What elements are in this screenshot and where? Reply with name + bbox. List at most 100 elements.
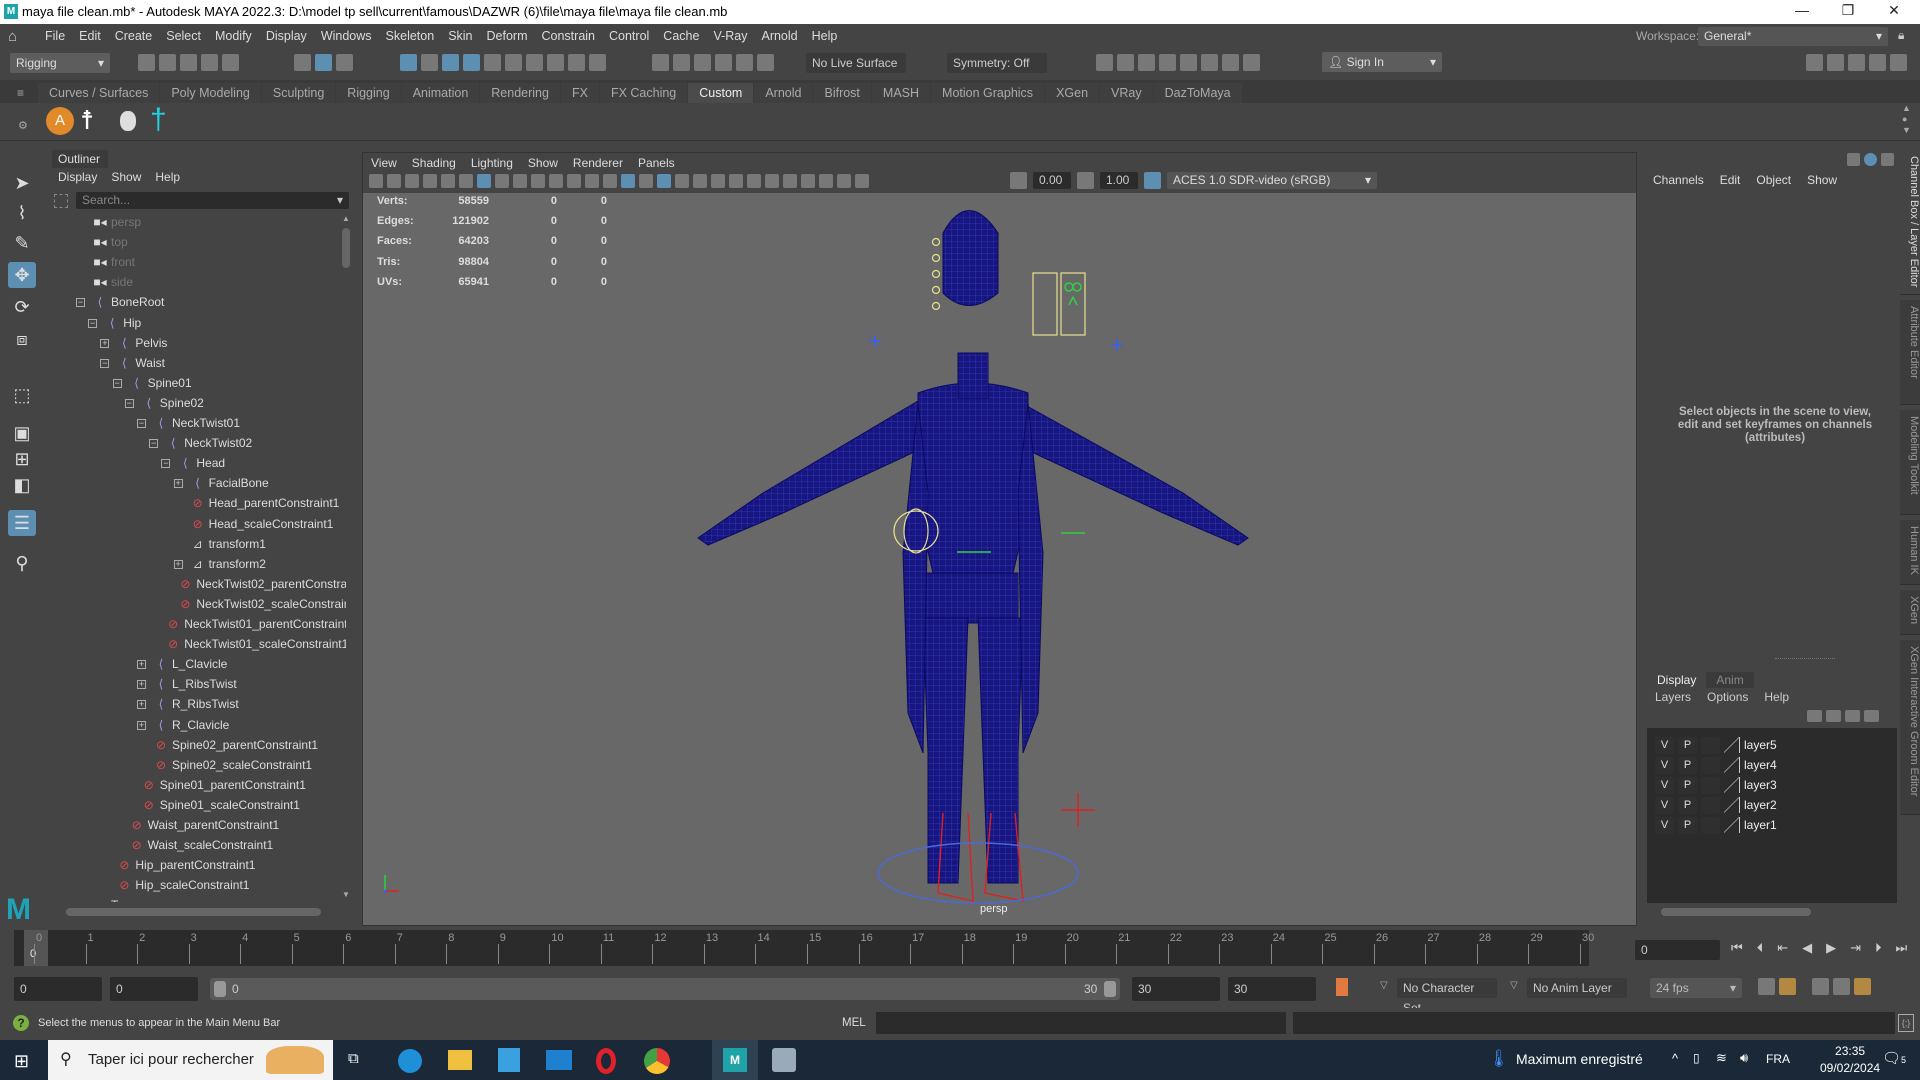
collapse-icon[interactable]: −: [88, 318, 98, 328]
undo-icon[interactable]: [201, 54, 218, 71]
outliner-item[interactable]: ⊘ NeckTwist02_parentConstrain: [46, 574, 346, 594]
menu-skeleton[interactable]: Skeleton: [379, 29, 442, 43]
playback-start-field[interactable]: 0: [110, 977, 198, 1001]
layer-tab-anim[interactable]: Anim: [1706, 672, 1754, 688]
menu-file[interactable]: File: [38, 29, 72, 43]
expand-icon[interactable]: +: [100, 338, 110, 348]
language-indicator[interactable]: FRA: [1766, 1052, 1790, 1066]
wifi-icon[interactable]: ≋: [1716, 1050, 1727, 1066]
outliner-item[interactable]: ⊘ Spine02_scaleConstraint1: [46, 755, 341, 775]
exposure-icon[interactable]: [1010, 172, 1027, 189]
film-gate-icon[interactable]: [495, 174, 509, 188]
channel-box-toggle-icon[interactable]: [1847, 153, 1860, 166]
outliner-item[interactable]: ⊘ Head_scaleConstraint1: [46, 514, 341, 534]
viewport-menu-panels[interactable]: Panels: [638, 154, 675, 172]
menu-edit[interactable]: Edit: [72, 29, 108, 43]
go-to-start-icon[interactable]: ⏮: [1731, 940, 1743, 956]
outliner-item[interactable]: + ⟨ R_RibsTwist: [46, 694, 341, 714]
viewport-menu-show[interactable]: Show: [528, 154, 558, 172]
render-setup-icon[interactable]: [1201, 54, 1218, 71]
playback-end-field[interactable]: 30: [1132, 977, 1220, 1001]
ipr-render-icon[interactable]: [1138, 54, 1155, 71]
outliner-item[interactable]: ⊘ Spine01_scaleConstraint1: [46, 795, 341, 815]
input-ops-icon[interactable]: [673, 54, 690, 71]
display-type-toggle[interactable]: [1701, 776, 1720, 794]
step-back-frame-icon[interactable]: ⇤: [1777, 940, 1788, 956]
expand-icon[interactable]: +: [173, 479, 183, 489]
channel-box-menu-show[interactable]: Show: [1807, 173, 1837, 187]
scale-tool-icon[interactable]: ⧈: [8, 326, 36, 352]
outliner-item[interactable]: − ⟨ NeckTwist01: [46, 413, 341, 433]
modeling-toolkit-icon[interactable]: [1806, 54, 1823, 71]
chevron-down-icon[interactable]: ▽: [1510, 980, 1518, 991]
shelf-tab-poly-modeling[interactable]: Poly Modeling: [160, 83, 262, 103]
collapse-icon[interactable]: −: [161, 459, 171, 469]
layer-menu-layers[interactable]: Layers: [1655, 690, 1691, 704]
rotate-tool-icon[interactable]: ⟳: [8, 294, 36, 320]
chrome-browser-icon[interactable]: [644, 1048, 670, 1074]
range-start-handle[interactable]: [214, 981, 226, 997]
layer-color-swatch-icon[interactable]: [1724, 817, 1740, 833]
scrollbar-thumb[interactable]: [342, 228, 350, 268]
outliner-item[interactable]: ⊘ Hip_scaleConstraint1: [46, 875, 341, 895]
screen-space-ao-icon[interactable]: [729, 174, 743, 188]
layer-tab-display[interactable]: Display: [1647, 672, 1707, 688]
viewport-menu-renderer[interactable]: Renderer: [573, 154, 623, 172]
fps-dropdown[interactable]: 24 fps ▾: [1650, 978, 1742, 998]
resource-monitor-icon[interactable]: [772, 1048, 796, 1072]
new-layer-icon[interactable]: [1845, 710, 1860, 722]
cache-playback-icon[interactable]: [1779, 978, 1796, 995]
outliner-item[interactable]: − ⟨ Head: [46, 453, 341, 473]
move-layer-down-icon[interactable]: [1826, 710, 1841, 722]
windows-start-icon[interactable]: ⊞: [14, 1051, 29, 1072]
viewport-menu-lighting[interactable]: Lighting: [471, 154, 513, 172]
color-management-toggle-icon[interactable]: [1144, 172, 1161, 189]
layer-row[interactable]: V Player1: [1655, 816, 1777, 834]
gate-mask-icon[interactable]: [531, 174, 545, 188]
current-frame-field[interactable]: 0: [1635, 940, 1720, 960]
gamma-field[interactable]: 1.00: [1100, 172, 1138, 189]
outliner-item[interactable]: ■◂ side: [46, 272, 341, 292]
menu-arnold[interactable]: Arnold: [754, 29, 804, 43]
camera-attributes-icon[interactable]: [387, 174, 401, 188]
visibility-toggle[interactable]: V: [1655, 816, 1674, 834]
tool-settings-icon[interactable]: [1869, 54, 1886, 71]
wireframe-on-shaded-icon[interactable]: [657, 174, 671, 188]
taskbar-search-box[interactable]: ⚲ Taper ici pour rechercher: [48, 1040, 333, 1080]
channel-box-menu-object[interactable]: Object: [1756, 173, 1791, 187]
scroll-up-icon[interactable]: ▲: [342, 214, 350, 223]
close-button[interactable]: ✕: [1874, 2, 1914, 19]
display-type-toggle[interactable]: [1701, 816, 1720, 834]
smooth-shade-icon[interactable]: [621, 174, 635, 188]
menu-select[interactable]: Select: [159, 29, 208, 43]
select-camera-icon[interactable]: [369, 174, 383, 188]
notifications-icon[interactable]: 🗨︎5: [1882, 1049, 1906, 1067]
shelf-scroll-icon[interactable]: ▲ ● ▼: [1902, 103, 1911, 136]
shelf-settings-icon[interactable]: ⚙: [18, 119, 28, 132]
animation-start-field[interactable]: 0: [14, 977, 102, 1001]
menu-control[interactable]: Control: [602, 29, 656, 43]
outliner-item[interactable]: ⊘ NeckTwist02_scaleConstraint1: [46, 594, 346, 614]
expand-icon[interactable]: +: [137, 660, 146, 670]
move-tool-icon[interactable]: [400, 54, 417, 71]
outliner-horizontal-scrollbar[interactable]: [54, 908, 336, 916]
menu-constrain[interactable]: Constrain: [535, 29, 603, 43]
construction-history-icon[interactable]: [652, 54, 669, 71]
outliner-item[interactable]: ⊘ Waist_parentConstraint1: [46, 815, 341, 835]
edge-browser-icon[interactable]: [398, 1049, 422, 1073]
filter-icon[interactable]: [54, 194, 68, 208]
lock-icon[interactable]: [568, 54, 585, 71]
lock-icon[interactable]: 🔒︎: [1898, 28, 1904, 43]
outliner-item[interactable]: ⊘ Hip_parentConstraint1: [46, 855, 341, 875]
menu-v-ray[interactable]: V-Ray: [706, 29, 754, 43]
select-hierarchy-icon[interactable]: [294, 54, 311, 71]
motion-blur-icon[interactable]: [747, 174, 761, 188]
panel-splitter[interactable]: [1775, 658, 1835, 659]
step-back-key-icon[interactable]: ⏴: [1757, 940, 1764, 956]
playback-toggle[interactable]: P: [1678, 756, 1697, 774]
file-explorer-icon[interactable]: [448, 1050, 472, 1070]
pause-icon[interactable]: [1243, 54, 1260, 71]
range-end-handle[interactable]: [1104, 981, 1116, 997]
side-tab-modeling-toolkit[interactable]: Modeling Toolkit: [1900, 410, 1920, 515]
shadows-icon[interactable]: [711, 174, 725, 188]
